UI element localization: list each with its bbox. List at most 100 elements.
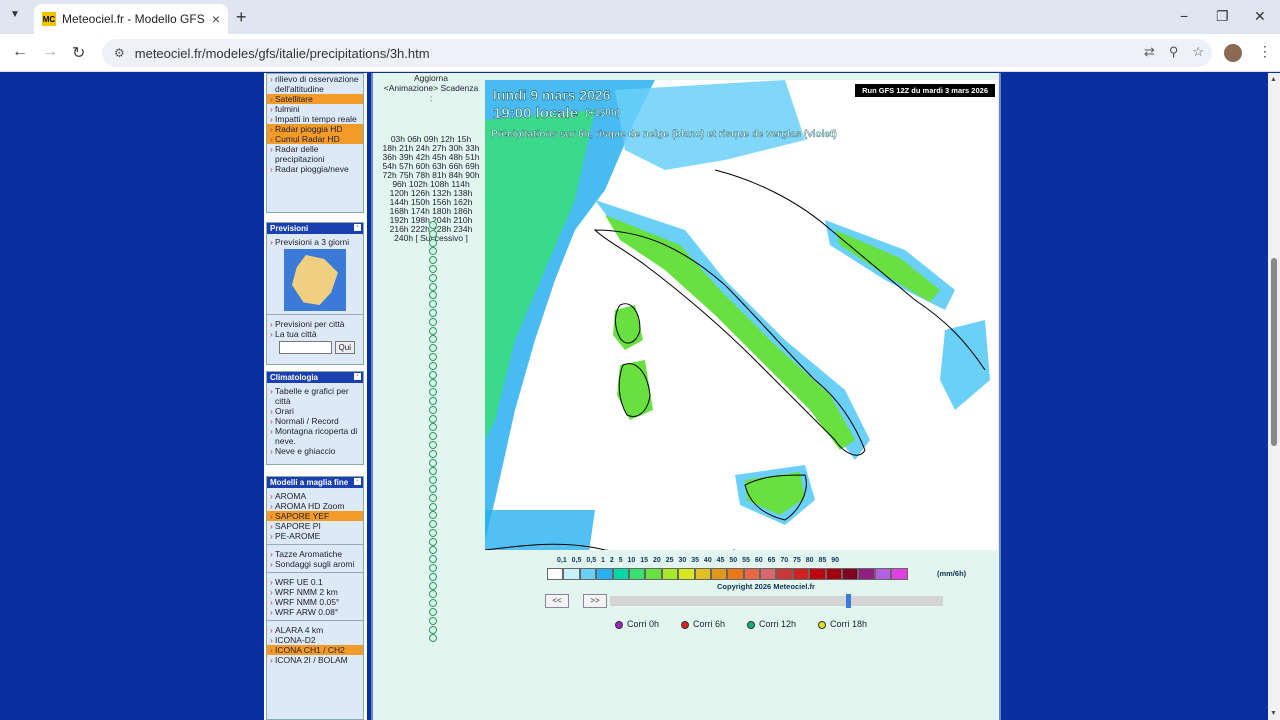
france-map-thumbnail[interactable] xyxy=(284,249,346,311)
close-window-icon[interactable]: ✕ xyxy=(1254,8,1266,25)
timestep-dot[interactable] xyxy=(429,537,437,546)
model-item[interactable]: SAPORE YEF xyxy=(267,511,363,521)
timestep-dot[interactable] xyxy=(429,379,437,388)
bookmark-star-icon[interactable]: ☆ xyxy=(1192,44,1204,60)
model-item[interactable]: WRF ARW 0.08° xyxy=(267,607,363,617)
timestep-dot[interactable] xyxy=(429,361,437,370)
climatologia-header[interactable]: Climatologia - xyxy=(267,372,363,383)
observation-item[interactable]: Radar pioggia HD xyxy=(267,124,363,134)
timestep-slider[interactable] xyxy=(610,594,943,608)
tab-close-icon[interactable]: × xyxy=(212,11,220,27)
scroll-thumb[interactable] xyxy=(1271,258,1277,446)
model-item[interactable]: ICONA CH1 / CH2 xyxy=(267,645,363,655)
city-input[interactable] xyxy=(279,341,332,354)
model-item[interactable]: PE-AROME xyxy=(267,531,363,541)
timestep-dot[interactable] xyxy=(429,291,437,300)
run-option[interactable]: Corri 18h xyxy=(818,619,867,629)
timestep-dot[interactable] xyxy=(429,282,437,291)
timestep-dot[interactable] xyxy=(429,458,437,467)
radio-icon[interactable] xyxy=(747,620,756,629)
model-item[interactable]: WRF UE 0.1 xyxy=(267,577,363,587)
timestep-dot[interactable] xyxy=(429,317,437,326)
previsioni-citta-link[interactable]: Previsioni per città xyxy=(267,319,363,329)
observation-item[interactable]: Radar delle precipitazioni xyxy=(267,144,363,164)
minimize-icon[interactable]: − xyxy=(1180,8,1188,24)
timestep-dot[interactable] xyxy=(429,221,437,229)
next-button[interactable]: >> xyxy=(583,594,607,608)
timestep-dot[interactable] xyxy=(429,335,437,344)
observation-item[interactable]: Satellitare xyxy=(267,94,363,104)
timestep-dot[interactable] xyxy=(429,590,437,599)
timestep-dot[interactable] xyxy=(429,502,437,511)
timestep-dot[interactable] xyxy=(429,247,437,256)
profile-avatar[interactable] xyxy=(1224,44,1242,62)
timestep-chain[interactable] xyxy=(429,221,439,643)
timestep-dot[interactable] xyxy=(429,388,437,397)
climatologia-item[interactable]: Montagna ricoperta di neve. xyxy=(267,426,363,446)
active-tab[interactable]: MC Meteociel.fr - Modello GFS per × xyxy=(34,4,228,34)
run-option[interactable]: Corri 12h xyxy=(747,619,796,629)
back-icon[interactable]: ← xyxy=(12,43,28,61)
menu-kebab-icon[interactable]: ⋮ xyxy=(1258,43,1272,60)
timestep-dot[interactable] xyxy=(429,396,437,405)
radio-icon[interactable] xyxy=(681,620,690,629)
timestep-dot[interactable] xyxy=(429,616,437,625)
timestep-dot[interactable] xyxy=(429,352,437,361)
scroll-up-icon[interactable]: ▲ xyxy=(1270,76,1277,83)
model-item[interactable]: ICONA-D2 xyxy=(267,635,363,645)
slider-knob[interactable] xyxy=(846,594,851,608)
timestep-dot[interactable] xyxy=(429,564,437,573)
timestep-dot[interactable] xyxy=(429,440,437,449)
timestep-dot[interactable] xyxy=(429,511,437,520)
timestep-dot[interactable] xyxy=(429,599,437,608)
observation-item[interactable]: rilievo di osservazione dell'altitudine xyxy=(267,74,363,94)
timestep-dot[interactable] xyxy=(429,493,437,502)
timestep-dot[interactable] xyxy=(429,264,437,273)
timestep-dot[interactable] xyxy=(429,484,437,493)
translate-icon[interactable]: ⇄ xyxy=(1144,44,1155,60)
timestep-dot[interactable] xyxy=(429,432,437,441)
run-option[interactable]: Corri 6h xyxy=(681,619,725,629)
timestep-dot[interactable] xyxy=(429,423,437,432)
climatologia-item[interactable]: Tabelle e grafici per città xyxy=(267,386,363,406)
prev-button[interactable]: << xyxy=(545,594,569,608)
climatologia-item[interactable]: Normali / Record xyxy=(267,416,363,426)
forward-icon[interactable]: → xyxy=(42,43,58,61)
previsioni-3-giorni-link[interactable]: Previsioni a 3 giorni xyxy=(267,237,363,247)
site-info-icon[interactable]: ⚙ xyxy=(114,46,125,60)
timestep-dot[interactable] xyxy=(429,572,437,581)
tab-search-icon[interactable]: ▼ xyxy=(10,9,20,20)
timestep-dot[interactable] xyxy=(429,229,437,238)
animazione-link[interactable]: <Animazione> xyxy=(384,83,438,93)
timestep-dot[interactable] xyxy=(429,449,437,458)
timestep-dot[interactable] xyxy=(429,300,437,309)
model-item[interactable]: AROMA HD Zoom xyxy=(267,501,363,511)
timestep-dot[interactable] xyxy=(429,256,437,265)
address-bar[interactable]: ⚙ meteociel.fr/modeles/gfs/italie/precip… xyxy=(102,39,1212,67)
timestep-dot[interactable] xyxy=(429,476,437,485)
aggiorna-link[interactable]: Aggiorna xyxy=(377,73,485,83)
timestep-dot[interactable] xyxy=(429,414,437,423)
timestep-dot[interactable] xyxy=(429,528,437,537)
page-scrollbar[interactable]: ▲ ▼ xyxy=(1268,73,1280,720)
climatologia-item[interactable]: Neve e ghiaccio xyxy=(267,446,363,456)
observation-item[interactable]: Cumul Radar HD xyxy=(267,134,363,144)
timestep-dot[interactable] xyxy=(429,405,437,414)
model-item[interactable]: Sondaggi sugli aromi xyxy=(267,559,363,569)
new-tab-icon[interactable]: + xyxy=(236,7,247,28)
model-item[interactable]: AROMA xyxy=(267,491,363,501)
timestep-dot[interactable] xyxy=(429,326,437,335)
model-item[interactable]: ICONA 2I / BOLAM xyxy=(267,655,363,665)
timestep-dot[interactable] xyxy=(429,608,437,617)
qui-button[interactable]: Qui xyxy=(334,341,355,354)
modelli-header[interactable]: Modelli a maglia fine - xyxy=(267,477,363,488)
observation-item[interactable]: fulmini xyxy=(267,104,363,114)
previsioni-header[interactable]: Previsioni - xyxy=(267,223,363,234)
model-item[interactable]: Tazze Aromatiche xyxy=(267,549,363,559)
timestep-dot[interactable] xyxy=(429,467,437,476)
timestep-dot[interactable] xyxy=(429,238,437,247)
model-item[interactable]: WRF NMM 2 km xyxy=(267,587,363,597)
model-item[interactable]: SAPORE PI xyxy=(267,521,363,531)
timestep-dot[interactable] xyxy=(429,273,437,282)
restore-icon[interactable]: ❐ xyxy=(1216,8,1229,25)
